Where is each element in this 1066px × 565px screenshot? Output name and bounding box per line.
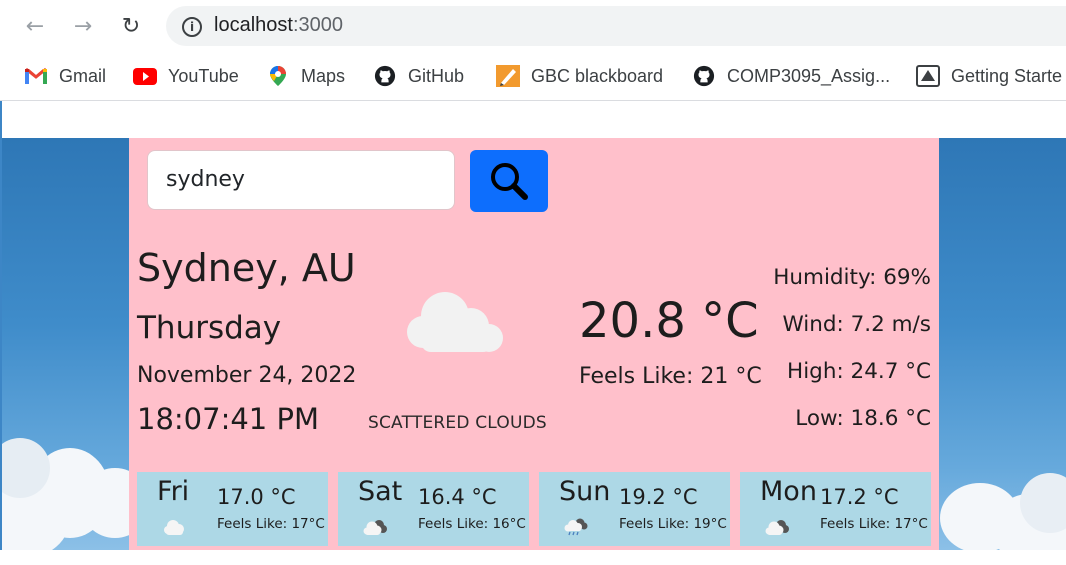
bookmark-github[interactable]: GitHub bbox=[373, 64, 464, 88]
bookmark-gmail[interactable]: Gmail bbox=[24, 64, 106, 88]
forecast-day: Fri bbox=[157, 476, 190, 507]
bookmark-getting-started[interactable]: Getting Starte bbox=[916, 64, 1062, 88]
current-date: November 24, 2022 bbox=[137, 363, 357, 388]
github-icon bbox=[692, 65, 716, 87]
page-top-margin bbox=[0, 101, 1066, 138]
forecast-card: Fri 17.0 °C Feels Like: 17°C bbox=[137, 472, 328, 546]
getting-started-icon bbox=[916, 65, 940, 87]
github-icon bbox=[373, 65, 397, 87]
current-time: 18:07:41 PM bbox=[137, 402, 319, 436]
few-clouds-icon bbox=[164, 520, 184, 535]
high-temperature: High: 24.7 °C bbox=[787, 359, 931, 384]
forecast-temperature: 16.4 °C bbox=[418, 485, 497, 509]
bookmark-gbc-blackboard[interactable]: GBC blackboard bbox=[496, 64, 663, 88]
page-left-border bbox=[0, 101, 2, 565]
forecast-temperature: 19.2 °C bbox=[619, 485, 698, 509]
search-icon bbox=[491, 163, 528, 200]
bookmarks-bar: Gmail YouTube Maps GitHub GBC blackboard… bbox=[0, 52, 1066, 101]
forecast-card: Sun 19.2 °C Feels Like: 19°C bbox=[539, 472, 730, 546]
forecast-temperature: 17.2 °C bbox=[820, 485, 899, 509]
rain-cloud-icon bbox=[564, 518, 588, 536]
forecast-day: Sun bbox=[559, 476, 611, 507]
forecast-day: Sat bbox=[358, 476, 403, 507]
address-bar[interactable]: i localhost:3000 bbox=[166, 6, 1066, 46]
wind-speed: Wind: 7.2 m/s bbox=[782, 312, 931, 337]
forecast-card: Sat 16.4 °C Feels Like: 16°C bbox=[338, 472, 529, 546]
forward-arrow-icon[interactable]: → bbox=[68, 11, 98, 41]
bookmark-youtube[interactable]: YouTube bbox=[133, 64, 239, 88]
low-temperature: Low: 18.6 °C bbox=[795, 406, 931, 431]
browser-toolbar: ← → ↻ i localhost:3000 bbox=[0, 0, 1066, 52]
humidity: Humidity: 69% bbox=[773, 265, 931, 290]
page-bottom-margin bbox=[0, 550, 1066, 565]
blackboard-icon bbox=[496, 65, 520, 87]
bookmark-label: Maps bbox=[301, 65, 346, 86]
forecast-feels-like: Feels Like: 17°C bbox=[217, 516, 325, 532]
bookmark-label: YouTube bbox=[168, 65, 239, 86]
current-temperature: 20.8 °C bbox=[579, 293, 759, 349]
forecast-card: Mon 17.2 °C Feels Like: 17°C bbox=[740, 472, 931, 546]
bookmark-label: COMP3095_Assig... bbox=[727, 65, 891, 86]
forecast-day: Mon bbox=[760, 476, 817, 507]
feels-like: Feels Like: 21 °C bbox=[579, 364, 762, 389]
city-search-input[interactable] bbox=[147, 150, 455, 210]
forecast-feels-like: Feels Like: 19°C bbox=[619, 516, 727, 532]
maps-icon bbox=[266, 65, 290, 87]
broken-clouds-icon bbox=[363, 520, 387, 535]
weekday: Thursday bbox=[137, 310, 282, 346]
url-text[interactable]: localhost:3000 bbox=[214, 14, 343, 37]
gmail-icon bbox=[24, 65, 48, 87]
forecast-temperature: 17.0 °C bbox=[217, 485, 296, 509]
youtube-icon bbox=[133, 65, 157, 87]
bookmark-label: GitHub bbox=[408, 65, 465, 86]
bookmark-label: Gmail bbox=[59, 65, 107, 86]
bookmark-comp3095[interactable]: COMP3095_Assig... bbox=[692, 64, 890, 88]
reload-icon[interactable]: ↻ bbox=[116, 11, 146, 41]
info-icon[interactable]: i bbox=[182, 17, 202, 37]
weather-description: SCATTERED CLOUDS bbox=[368, 413, 547, 433]
forecast-feels-like: Feels Like: 17°C bbox=[820, 516, 928, 532]
bookmark-label: GBC blackboard bbox=[531, 65, 664, 86]
scattered-clouds-icon bbox=[407, 292, 503, 352]
bookmark-maps[interactable]: Maps bbox=[266, 64, 345, 88]
city-name: Sydney, AU bbox=[137, 246, 356, 290]
url-host: localhost bbox=[214, 14, 293, 36]
weather-card: Sydney, AU Thursday November 24, 2022 18… bbox=[129, 138, 939, 550]
back-arrow-icon[interactable]: ← bbox=[20, 11, 50, 41]
broken-clouds-icon bbox=[765, 520, 789, 535]
forecast-feels-like: Feels Like: 16°C bbox=[418, 516, 526, 532]
url-port: :3000 bbox=[292, 14, 343, 36]
search-button[interactable] bbox=[470, 150, 548, 212]
bookmark-label: Getting Starte bbox=[951, 65, 1063, 86]
